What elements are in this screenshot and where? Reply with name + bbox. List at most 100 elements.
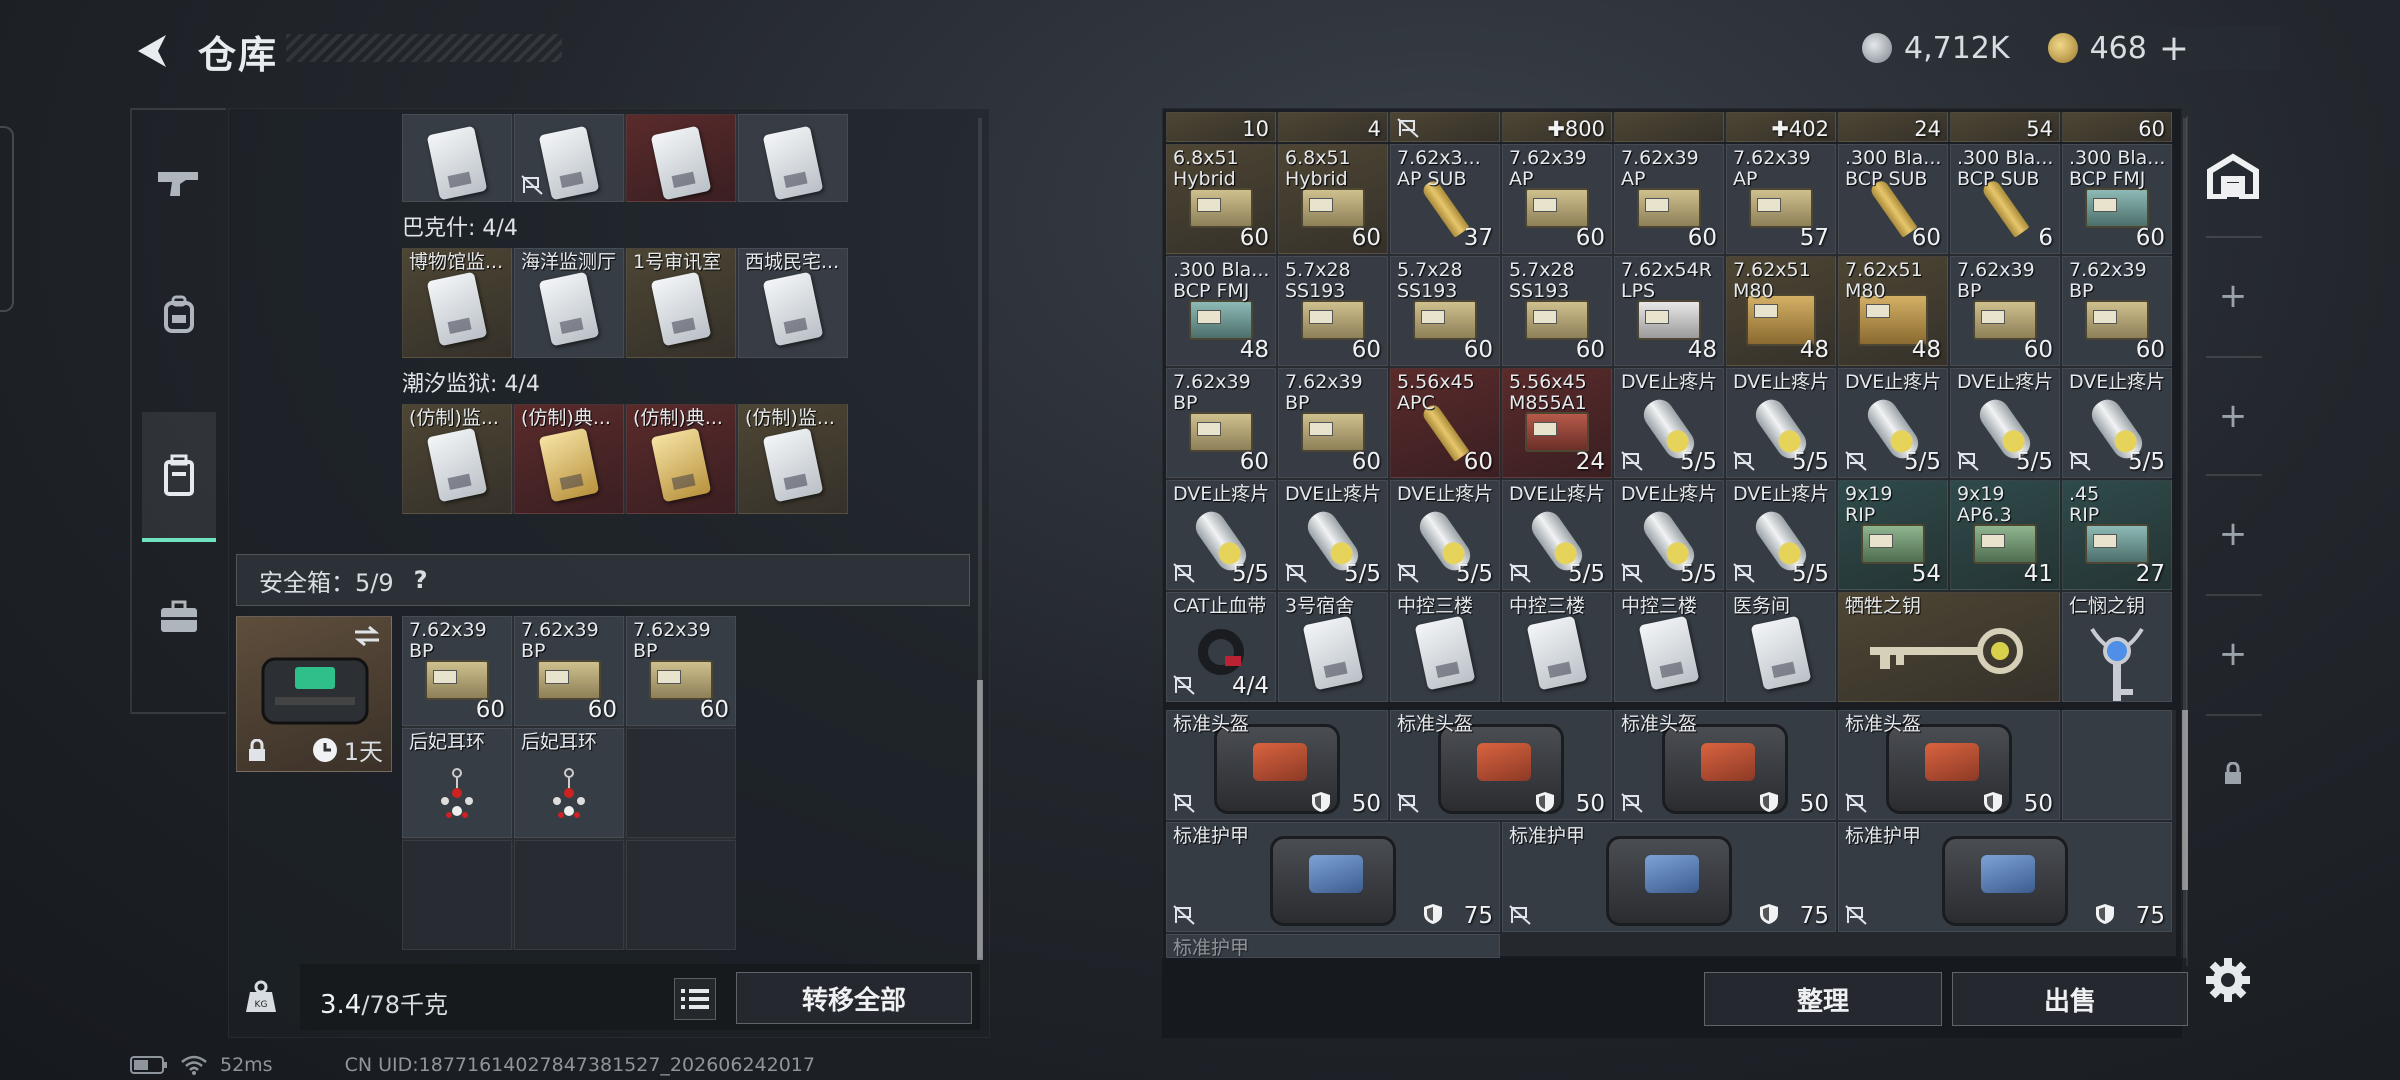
keycard-cell[interactable]: 博物馆监... xyxy=(402,248,512,358)
item-cell[interactable] xyxy=(626,114,736,202)
armor-cell[interactable]: 标准护甲 75 xyxy=(1502,822,1836,932)
list-view-button[interactable] xyxy=(674,978,716,1020)
warehouse-tab-add-3[interactable]: + xyxy=(2188,474,2278,594)
empty-slot[interactable] xyxy=(514,840,624,950)
item-cell[interactable]: 6.8x51 Hybrid 60 xyxy=(1278,144,1388,254)
item-cell[interactable]: DVE止疼片 5/5 xyxy=(1950,368,2060,478)
item-cell-partial[interactable]: ✚402 xyxy=(1726,112,1836,142)
sort-button[interactable]: 整理 xyxy=(1704,972,1942,1026)
keycard-cell[interactable]: 海洋监测厅 xyxy=(514,248,624,358)
item-cell[interactable]: 5.56x45 APC 60 xyxy=(1390,368,1500,478)
item-cell-partial[interactable]: ✚800 xyxy=(1502,112,1612,142)
mercy-key-cell[interactable]: 仁悯之钥 xyxy=(2062,592,2172,702)
item-cell[interactable]: 7.62x39 BP 60 xyxy=(1950,256,2060,366)
warehouse-tab-locked[interactable] xyxy=(2188,714,2278,834)
item-cell[interactable]: 5.7x28 SS193 60 xyxy=(1390,256,1500,366)
item-cell[interactable]: 7.62x54R LPS 48 xyxy=(1614,256,1724,366)
nav-container[interactable] xyxy=(142,412,216,542)
item-cell[interactable]: 5.56x45 M855A1 24 xyxy=(1502,368,1612,478)
empty-slot[interactable] xyxy=(626,840,736,950)
warehouse-tab-add-2[interactable]: + xyxy=(2188,356,2278,476)
helmet-cell[interactable]: 标准头盔 50 xyxy=(1614,710,1836,820)
item-cell[interactable] xyxy=(514,114,624,202)
keycard-cell[interactable]: 1号审讯室 xyxy=(626,248,736,358)
sacrifice-key-cell[interactable]: 牺牲之钥 xyxy=(1838,592,2060,702)
item-cell[interactable]: CAT止血带 4/4 xyxy=(1166,592,1276,702)
item-cell[interactable]: 7.62x3... AP SUB 37 xyxy=(1390,144,1500,254)
helmet-cell[interactable]: 标准头盔 50 xyxy=(1390,710,1612,820)
warehouse-tab-home[interactable] xyxy=(2188,116,2278,236)
transfer-all-button[interactable]: 转移全部 xyxy=(736,972,972,1024)
keycard-cell[interactable]: (仿制)典... xyxy=(514,404,624,514)
item-cell-partial[interactable] xyxy=(1614,112,1724,142)
safe-box-item[interactable]: 1天 xyxy=(236,616,392,772)
keycard-cell[interactable]: (仿制)监... xyxy=(402,404,512,514)
item-cell[interactable]: 7.62x51 M80 48 xyxy=(1838,256,1948,366)
item-cell[interactable]: DVE止疼片 5/5 xyxy=(1614,480,1724,590)
item-cell[interactable]: .300 Bla... BCP SUB 6 xyxy=(1950,144,2060,254)
item-cell[interactable]: 中控三楼 xyxy=(1502,592,1612,702)
swap-icon[interactable] xyxy=(353,625,381,647)
item-cell[interactable]: 中控三楼 xyxy=(1614,592,1724,702)
item-cell[interactable]: .300 Bla... BCP FMJ 60 xyxy=(2062,144,2172,254)
item-cell[interactable]: .300 Bla... BCP SUB 60 xyxy=(1838,144,1948,254)
nav-weapon[interactable] xyxy=(142,118,216,248)
item-cell[interactable]: 7.62x39 BP 60 xyxy=(1166,368,1276,478)
item-cell[interactable]: DVE止疼片 5/5 xyxy=(1838,368,1948,478)
item-cell[interactable] xyxy=(402,114,512,202)
helmet-cell[interactable]: 标准头盔 50 xyxy=(1838,710,2060,820)
item-cell[interactable]: DVE止疼片 5/5 xyxy=(1726,480,1836,590)
sell-button[interactable]: 出售 xyxy=(1952,972,2188,1026)
item-cell[interactable]: .45 RIP 27 xyxy=(2062,480,2172,590)
item-cell[interactable] xyxy=(738,114,848,202)
nav-briefcase[interactable] xyxy=(142,552,216,682)
helmet-cell[interactable]: 标准头盔 50 xyxy=(1166,710,1388,820)
keycard-cell[interactable]: (仿制)典... xyxy=(626,404,736,514)
mercy-key-continuation[interactable] xyxy=(2062,710,2172,820)
item-cell-partial[interactable]: 60 xyxy=(2062,112,2172,142)
item-cell[interactable]: 7.62x39 AP 60 xyxy=(1502,144,1612,254)
item-cell[interactable]: 9x19 RIP 54 xyxy=(1838,480,1948,590)
armor-cell[interactable]: 标准护甲 75 xyxy=(1166,822,1500,932)
item-cell[interactable]: 9x19 AP6.3 41 xyxy=(1950,480,2060,590)
settings-gear-icon[interactable] xyxy=(2204,956,2252,1004)
item-cell-partial[interactable]: 4 xyxy=(1278,112,1388,142)
item-cell[interactable]: 5.7x28 SS193 60 xyxy=(1502,256,1612,366)
item-cell[interactable]: 7.62x39 BP 60 xyxy=(1278,368,1388,478)
item-cell[interactable]: 6.8x51 Hybrid 60 xyxy=(1166,144,1276,254)
item-cell-partial[interactable]: 54 xyxy=(1950,112,2060,142)
item-cell[interactable]: 后妃耳环 xyxy=(514,728,624,838)
item-cell[interactable]: DVE止疼片 5/5 xyxy=(1390,480,1500,590)
item-cell[interactable]: DVE止疼片 5/5 xyxy=(1166,480,1276,590)
warehouse-tab-add-4[interactable]: + xyxy=(2188,594,2278,714)
item-cell[interactable]: DVE止疼片 5/5 xyxy=(2062,368,2172,478)
armor-cell[interactable]: 标准护甲 75 xyxy=(1838,822,2172,932)
keycard-cell[interactable]: (仿制)监... xyxy=(738,404,848,514)
warehouse-tab-add-1[interactable]: + xyxy=(2188,236,2278,356)
item-cell[interactable]: 7.62x39 BP 60 xyxy=(514,616,624,726)
item-cell[interactable]: 7.62x39 AP 60 xyxy=(1614,144,1724,254)
item-cell[interactable]: DVE止疼片 5/5 xyxy=(1502,480,1612,590)
item-cell[interactable]: 7.62x39 AP 57 xyxy=(1726,144,1836,254)
item-cell-partial[interactable]: 24 xyxy=(1838,112,1948,142)
item-cell[interactable]: DVE止疼片 5/5 xyxy=(1278,480,1388,590)
item-cell[interactable]: 后妃耳环 xyxy=(402,728,512,838)
empty-slot[interactable] xyxy=(402,840,512,950)
item-cell-partial[interactable] xyxy=(1390,112,1500,142)
item-cell[interactable]: 7.62x51 M80 48 xyxy=(1726,256,1836,366)
safe-help-button[interactable]: ? xyxy=(414,566,428,594)
item-cell[interactable]: 5.7x28 SS193 60 xyxy=(1278,256,1388,366)
item-cell[interactable]: 7.62x39 BP 60 xyxy=(2062,256,2172,366)
item-cell-partial[interactable]: 10 xyxy=(1166,112,1276,142)
nav-gear[interactable] xyxy=(142,250,216,380)
item-cell[interactable]: DVE止疼片 5/5 xyxy=(1726,368,1836,478)
add-currency-button[interactable]: + xyxy=(2159,28,2189,69)
armor-cell-partial[interactable]: 标准护甲 xyxy=(1166,934,1500,958)
item-cell[interactable]: 7.62x39 BP 60 xyxy=(402,616,512,726)
item-cell[interactable]: 7.62x39 BP 60 xyxy=(626,616,736,726)
left-edge-handle[interactable] xyxy=(0,126,14,312)
item-cell[interactable]: DVE止疼片 5/5 xyxy=(1614,368,1724,478)
item-cell[interactable]: .300 Bla... BCP FMJ 48 xyxy=(1166,256,1276,366)
item-cell[interactable]: 中控三楼 xyxy=(1390,592,1500,702)
item-cell[interactable]: 3号宿舍 xyxy=(1278,592,1388,702)
